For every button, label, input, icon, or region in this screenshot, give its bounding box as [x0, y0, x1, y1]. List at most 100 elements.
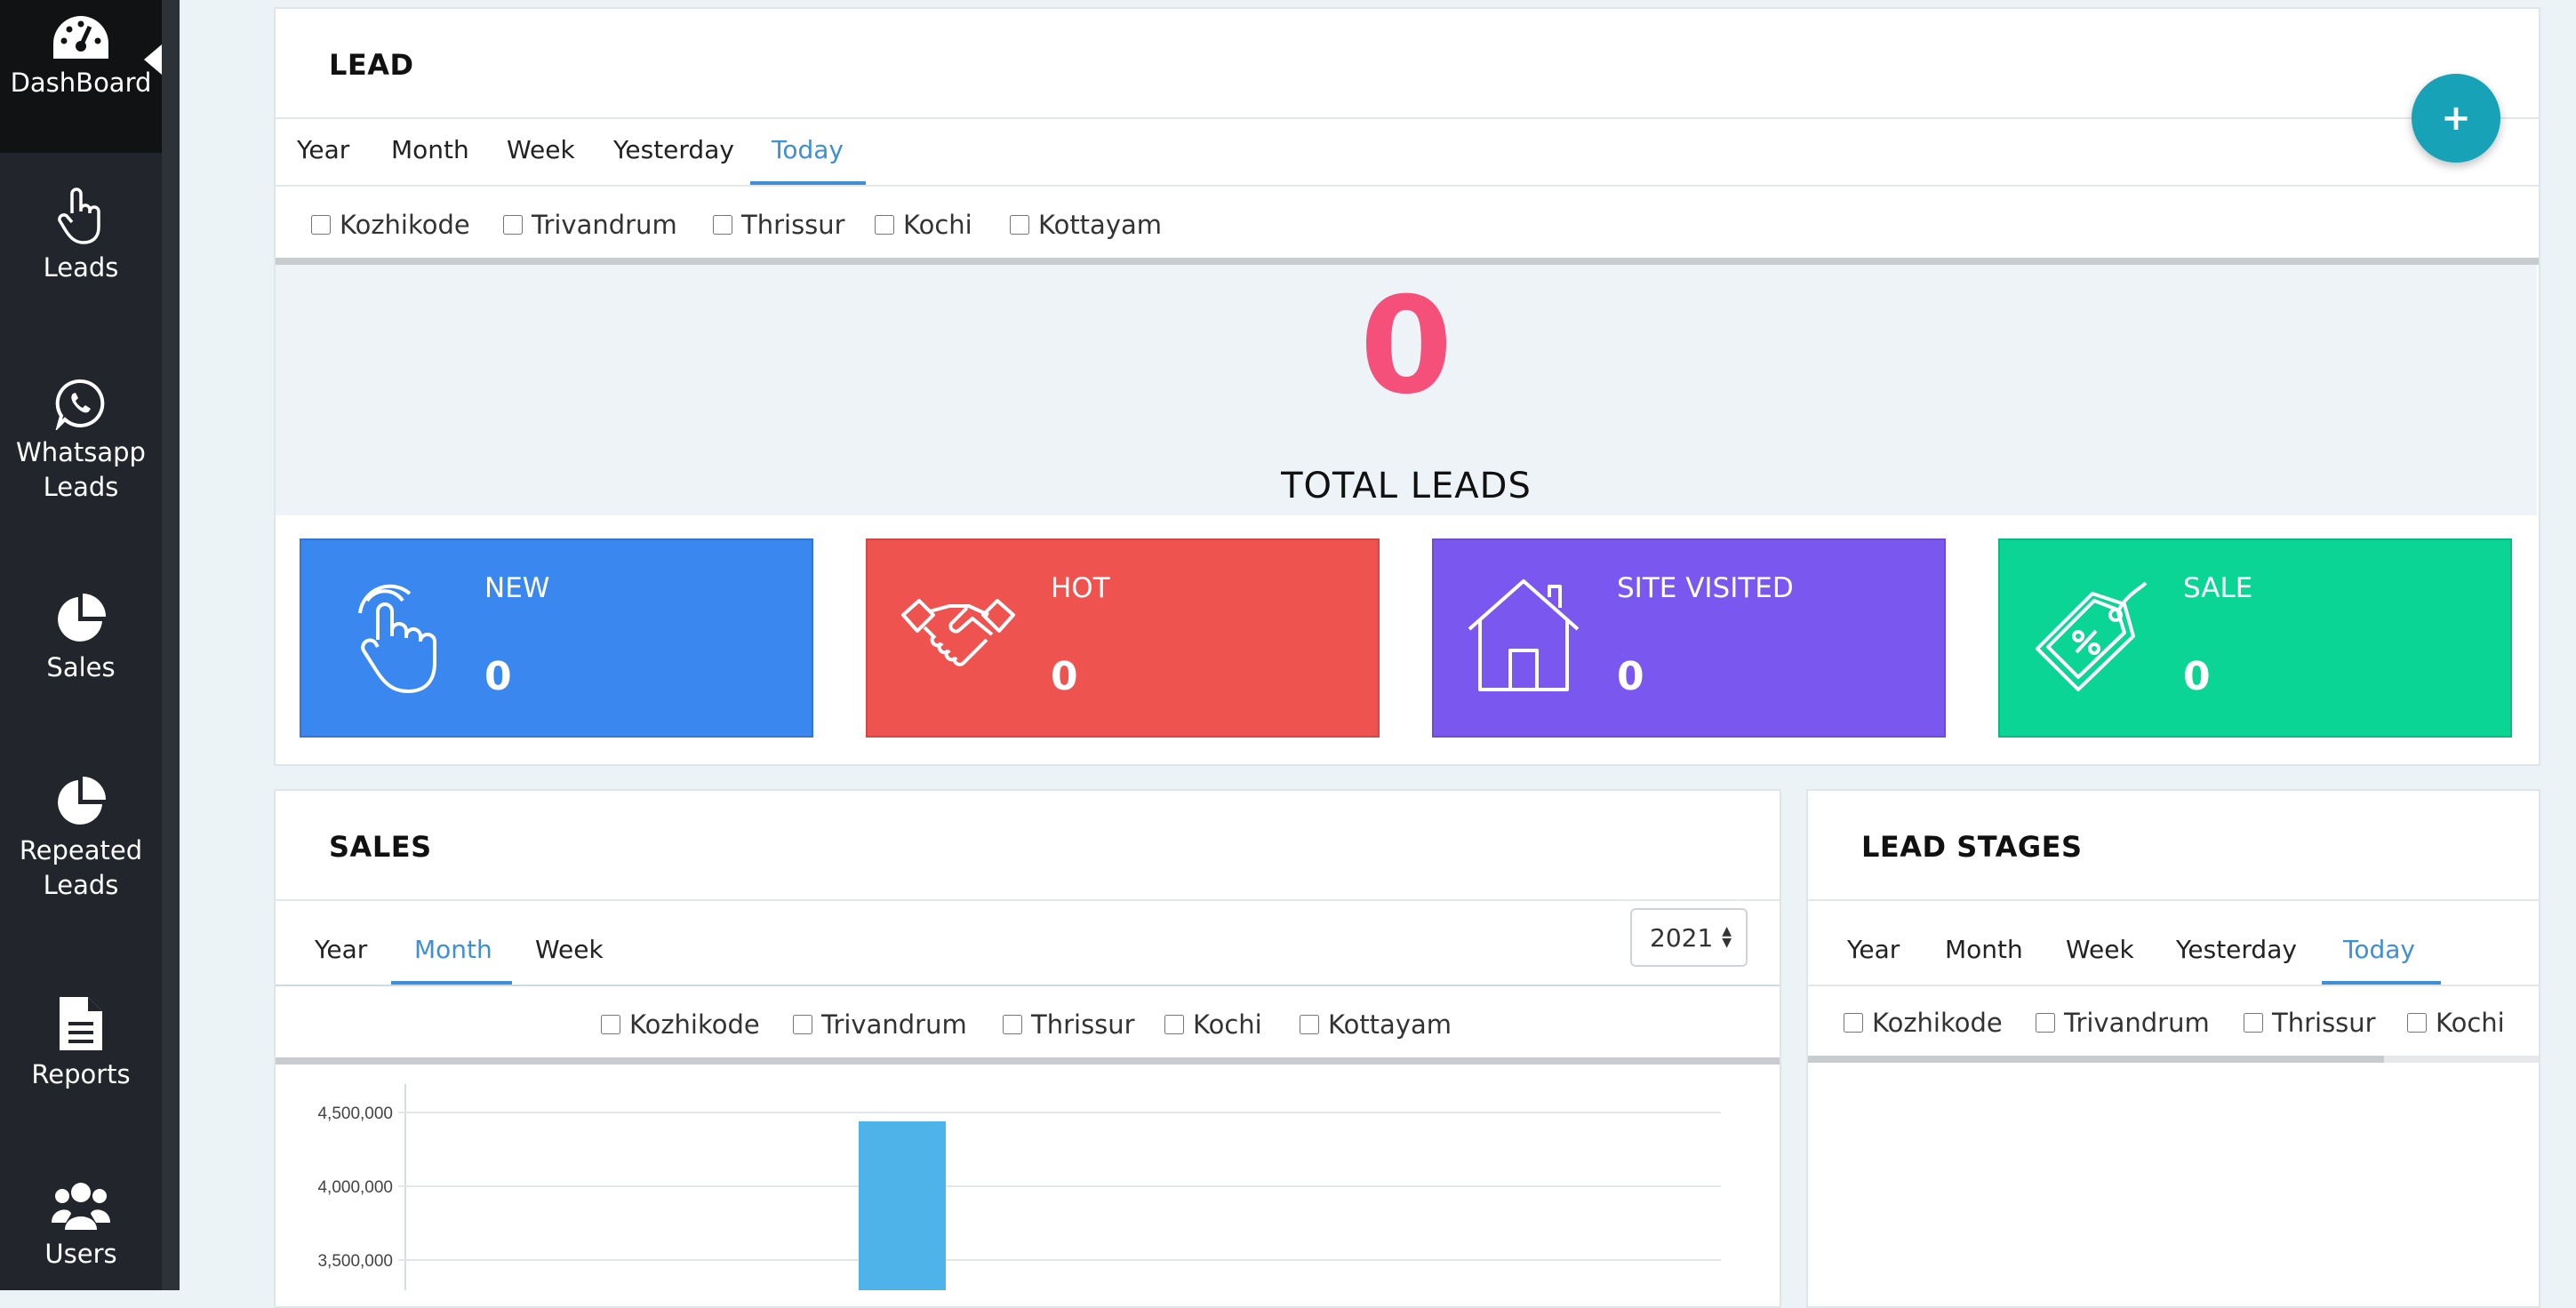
sidebar-item-reports[interactable]: Reports [0, 995, 162, 1092]
document-icon [60, 997, 102, 1050]
tab-today[interactable]: Today [2343, 935, 2415, 964]
thrissur-checkbox[interactable] [1003, 1015, 1022, 1034]
stat-value: 0 [2183, 654, 2211, 699]
tab-yesterday[interactable]: Yesterday [613, 135, 734, 164]
location-filter-kochi[interactable]: Kochi [1164, 1009, 1262, 1040]
divider [276, 117, 2539, 119]
stat-card-sale[interactable]: SALE 0 [1998, 538, 2512, 738]
stat-label: NEW [484, 572, 550, 604]
trivandrum-checkbox[interactable] [503, 215, 523, 235]
sidebar-item-repeated-leads[interactable]: Repeated Leads [0, 775, 162, 903]
stat-card-hot[interactable]: HOT 0 [866, 538, 1380, 738]
location-filter-kochi[interactable]: Kochi [875, 210, 972, 240]
sidebar-item-label: DashBoard [10, 68, 152, 98]
location-filter-thrissur[interactable]: Thrissur [1003, 1009, 1135, 1040]
checkbox-label: Thrissur [2272, 1008, 2376, 1038]
lead-stages-panel-title: LEAD STAGES [1861, 830, 2083, 864]
tab-month[interactable]: Month [1945, 935, 2023, 964]
price-tag-icon [2036, 581, 2148, 691]
kozhikode-checkbox[interactable] [1844, 1013, 1863, 1033]
stat-label: SITE VISITED [1617, 572, 1794, 604]
house-icon [1468, 579, 1580, 691]
select-arrows-icon: ▲ ▼ [1722, 924, 1732, 950]
stat-card-new[interactable]: NEW 0 [300, 538, 813, 738]
hand-pointer-icon [58, 187, 100, 244]
tab-month[interactable]: Month [391, 135, 469, 164]
checkbox-label: Kozhikode [1872, 1008, 2003, 1038]
sales-bar-chart: 4,500,000 4,000,000 3,500,000 [317, 1084, 1721, 1290]
trivandrum-checkbox[interactable] [2036, 1013, 2055, 1033]
hand-tap-icon [358, 584, 436, 693]
year-select[interactable]: 2021 ▲ ▼ [1630, 908, 1748, 967]
whatsapp-icon [55, 379, 105, 430]
tab-year[interactable]: Year [1847, 935, 1900, 964]
location-filter-kozhikode[interactable]: Kozhikode [311, 210, 470, 240]
sidebar-item-sales[interactable]: Sales [0, 592, 162, 685]
dashboard-gauge-icon [53, 16, 108, 59]
add-button[interactable]: + [2412, 74, 2500, 163]
tab-week[interactable]: Week [535, 935, 604, 964]
location-filter-trivandrum[interactable]: Trivandrum [503, 210, 677, 240]
location-filter-trivandrum[interactable]: Trivandrum [2036, 1008, 2210, 1038]
y-tick-label: 4,500,000 [317, 1105, 393, 1123]
tab-today[interactable]: Today [772, 135, 844, 164]
location-filter-kottayam[interactable]: Kottayam [1300, 1009, 1452, 1040]
stat-value: 0 [1617, 654, 1644, 699]
kozhikode-checkbox[interactable] [311, 215, 331, 235]
handshake-icon [901, 599, 1015, 666]
checkbox-label: Kozhikode [629, 1009, 760, 1040]
checkbox-label: Trivandrum [532, 210, 677, 240]
kozhikode-checkbox[interactable] [601, 1015, 620, 1034]
location-filter-thrissur[interactable]: Thrissur [713, 210, 845, 240]
tab-week[interactable]: Week [507, 135, 575, 164]
checkbox-label: Kochi [903, 210, 972, 240]
thrissur-checkbox[interactable] [2244, 1013, 2263, 1033]
sidebar-item-label: Repeated Leads [19, 835, 143, 900]
checkbox-label: Thrissur [1031, 1009, 1135, 1040]
sidebar: DashBoard Leads Whatsapp Leads Sales Rep… [0, 0, 162, 1290]
sidebar-item-whatsapp-leads[interactable]: Whatsapp Leads [0, 377, 162, 505]
divider [276, 185, 2539, 187]
sidebar-item-label: Leads [43, 252, 119, 283]
tab-year[interactable]: Year [315, 935, 367, 964]
kottayam-checkbox[interactable] [1300, 1015, 1319, 1034]
location-filter-thrissur[interactable]: Thrissur [2244, 1008, 2376, 1038]
active-indicator-caret [144, 44, 162, 75]
location-filter-kottayam[interactable]: Kottayam [1010, 210, 1162, 240]
divider [276, 985, 1780, 986]
users-icon [52, 1183, 110, 1230]
location-filter-kozhikode[interactable]: Kozhikode [601, 1009, 760, 1040]
sidebar-item-leads[interactable]: Leads [0, 187, 162, 285]
lead-panel-title: LEAD [329, 48, 414, 82]
thrissur-checkbox[interactable] [713, 215, 732, 235]
tab-month[interactable]: Month [414, 935, 492, 964]
tab-yesterday[interactable]: Yesterday [2176, 935, 2297, 964]
sidebar-item-users[interactable]: Users [0, 1178, 162, 1272]
sidebar-item-label: Sales [46, 652, 116, 682]
kochi-checkbox[interactable] [2407, 1013, 2427, 1033]
tab-week[interactable]: Week [2066, 935, 2134, 964]
checkbox-label: Kottayam [1328, 1009, 1452, 1040]
y-tick-label: 3,500,000 [317, 1252, 393, 1271]
checkbox-label: Trivandrum [2064, 1008, 2210, 1038]
location-filter-trivandrum[interactable]: Trivandrum [793, 1009, 967, 1040]
location-filter-kochi[interactable]: Kochi [2407, 1008, 2505, 1038]
checkbox-label: Thrissur [741, 210, 845, 240]
location-filter-kozhikode[interactable]: Kozhikode [1844, 1008, 2003, 1038]
sidebar-rail [162, 0, 180, 1290]
checkbox-label: Kottayam [1038, 210, 1163, 240]
kottayam-checkbox[interactable] [1010, 215, 1029, 235]
y-tick-label: 4,000,000 [317, 1178, 393, 1197]
horizontal-scrollbar[interactable] [276, 1057, 1780, 1065]
kochi-checkbox[interactable] [1164, 1015, 1184, 1034]
horizontal-scrollbar[interactable] [276, 258, 2539, 265]
sidebar-item-label: Whatsapp Leads [16, 437, 146, 502]
horizontal-scrollbar-thumb[interactable] [1808, 1056, 2384, 1063]
tab-year[interactable]: Year [297, 135, 349, 164]
kochi-checkbox[interactable] [875, 215, 894, 235]
trivandrum-checkbox[interactable] [793, 1015, 812, 1034]
total-leads-value: 0 [1359, 269, 1453, 424]
sidebar-item-dashboard[interactable]: DashBoard [0, 0, 162, 153]
stat-card-site-visited[interactable]: SITE VISITED 0 [1432, 538, 1946, 738]
divider [276, 899, 1780, 901]
